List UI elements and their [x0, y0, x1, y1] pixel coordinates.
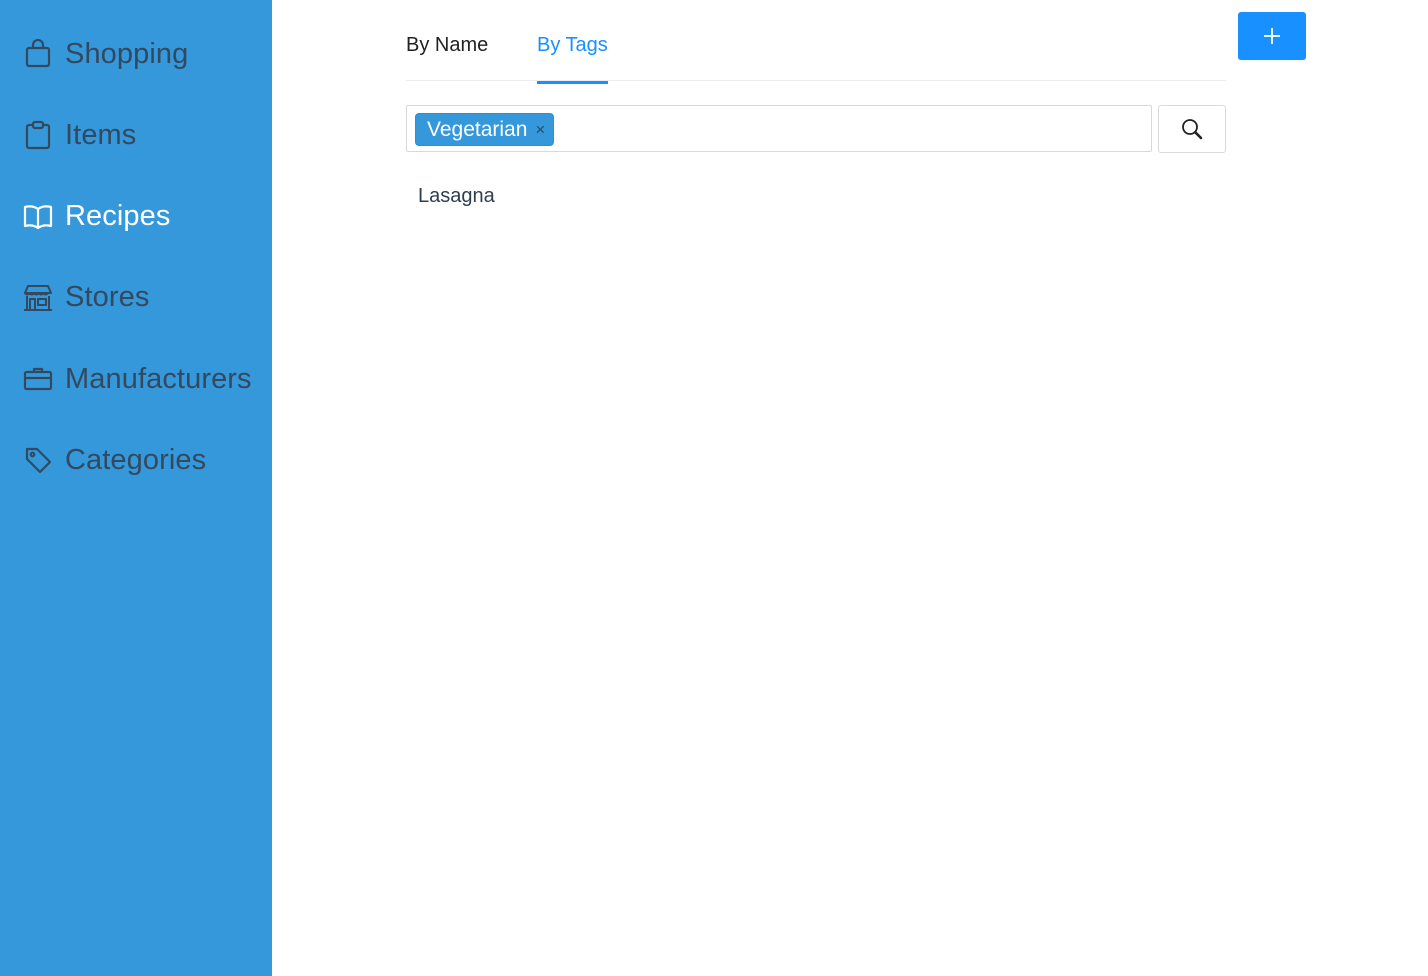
tag-remove-icon[interactable]: ×: [535, 121, 545, 138]
sidebar-item-categories[interactable]: Categories: [0, 430, 272, 490]
search-icon: [1180, 117, 1204, 141]
sidebar-item-manufacturers[interactable]: Manufacturers: [0, 349, 272, 409]
sidebar-item-label: Manufacturers: [65, 362, 252, 395]
list-item[interactable]: Lasagna: [406, 176, 1226, 216]
briefcase-icon: [23, 364, 53, 394]
sidebar-item-label: Stores: [65, 280, 150, 313]
recipe-results-list: Lasagna: [406, 176, 1226, 216]
sidebar-item-shopping[interactable]: Shopping: [0, 24, 272, 84]
sidebar-item-recipes[interactable]: Recipes: [0, 186, 272, 246]
book-icon: [23, 201, 53, 231]
plus-icon: [1263, 27, 1281, 45]
tab-bar: By Name By Tags: [406, 0, 1226, 84]
tag-chip-label: Vegetarian: [427, 117, 528, 141]
sidebar-item-label: Categories: [65, 443, 207, 476]
shopping-bag-icon: [23, 39, 53, 69]
tag-icon: [23, 445, 53, 475]
add-recipe-button[interactable]: [1238, 12, 1306, 60]
clipboard-icon: [23, 120, 53, 150]
tag-chip: Vegetarian ×: [415, 113, 555, 146]
tab-by-name[interactable]: By Name: [406, 34, 488, 75]
sidebar-item-stores[interactable]: Stores: [0, 267, 272, 327]
sidebar-item-label: Items: [65, 118, 137, 151]
tag-search-input[interactable]: Vegetarian ×: [406, 105, 1152, 152]
sidebar-item-label: Shopping: [65, 37, 189, 70]
sidebar: Shopping Items Recipes Stores Manufactur…: [0, 0, 272, 976]
store-icon: [23, 282, 53, 312]
search-button[interactable]: [1158, 105, 1226, 153]
sidebar-item-label: Recipes: [65, 199, 171, 232]
sidebar-item-items[interactable]: Items: [0, 105, 272, 165]
tab-by-tags[interactable]: By Tags: [537, 34, 608, 84]
